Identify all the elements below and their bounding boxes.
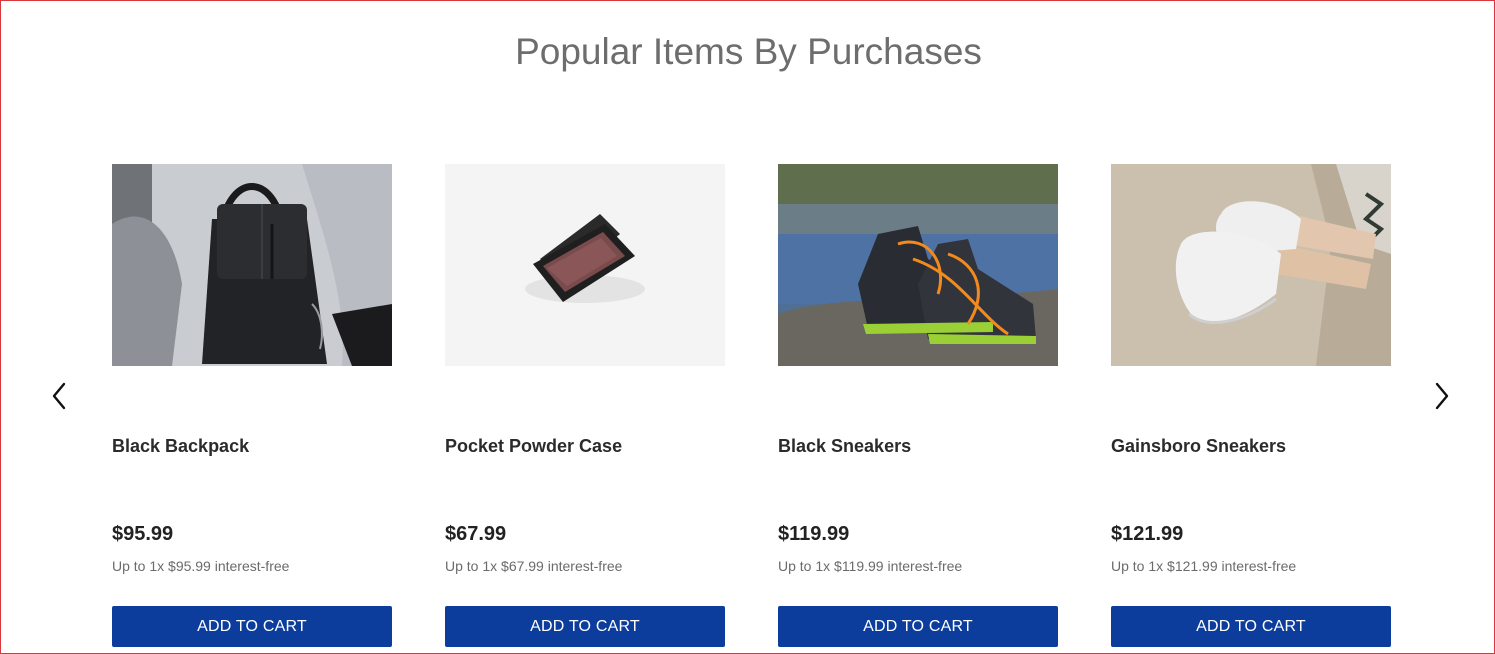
product-price: $67.99 [445, 523, 507, 545]
installment-text: Up to 1x $119.99 interest-free [778, 558, 963, 574]
add-to-cart-button[interactable]: ADD TO CART [445, 606, 725, 647]
product-price: $119.99 [778, 523, 850, 545]
product-image-black-backpack[interactable] [112, 164, 392, 366]
add-to-cart-button[interactable]: ADD TO CART [778, 606, 1058, 647]
installment-text: Up to 1x $95.99 interest-free [112, 558, 290, 574]
add-to-cart-button[interactable]: ADD TO CART [1111, 606, 1391, 647]
product-card: Black Backpack $95.99 Up to 1x $95.99 in… [112, 164, 392, 647]
chevron-left-icon [52, 382, 66, 410]
product-card: Black Sneakers $119.99 Up to 1x $119.99 … [778, 164, 1058, 647]
carousel-prev-button[interactable] [44, 376, 74, 416]
carousel-next-button[interactable] [1427, 376, 1457, 416]
product-name[interactable]: Black Backpack [112, 436, 249, 457]
product-price: $95.99 [112, 523, 174, 545]
product-card: Gainsboro Sneakers $121.99 Up to 1x $121… [1111, 164, 1391, 647]
product-image-pocket-powder-case[interactable] [445, 164, 725, 366]
product-name[interactable]: Black Sneakers [778, 436, 911, 457]
product-image-gainsboro-sneakers[interactable] [1111, 164, 1391, 366]
section-title: Popular Items By Purchases [515, 31, 982, 72]
product-name[interactable]: Gainsboro Sneakers [1111, 436, 1286, 457]
popular-items-section: Popular Items By Purchases Black Backpac… [0, 0, 1495, 654]
product-image-black-sneakers[interactable] [778, 164, 1058, 366]
chevron-right-icon [1435, 382, 1449, 410]
installment-text: Up to 1x $121.99 interest-free [1111, 558, 1297, 574]
product-price: $121.99 [1111, 523, 1184, 545]
product-card: Pocket Powder Case $67.99 Up to 1x $67.9… [445, 164, 725, 647]
product-name[interactable]: Pocket Powder Case [445, 436, 622, 457]
installment-text: Up to 1x $67.99 interest-free [445, 558, 623, 574]
add-to-cart-button[interactable]: ADD TO CART [112, 606, 392, 647]
